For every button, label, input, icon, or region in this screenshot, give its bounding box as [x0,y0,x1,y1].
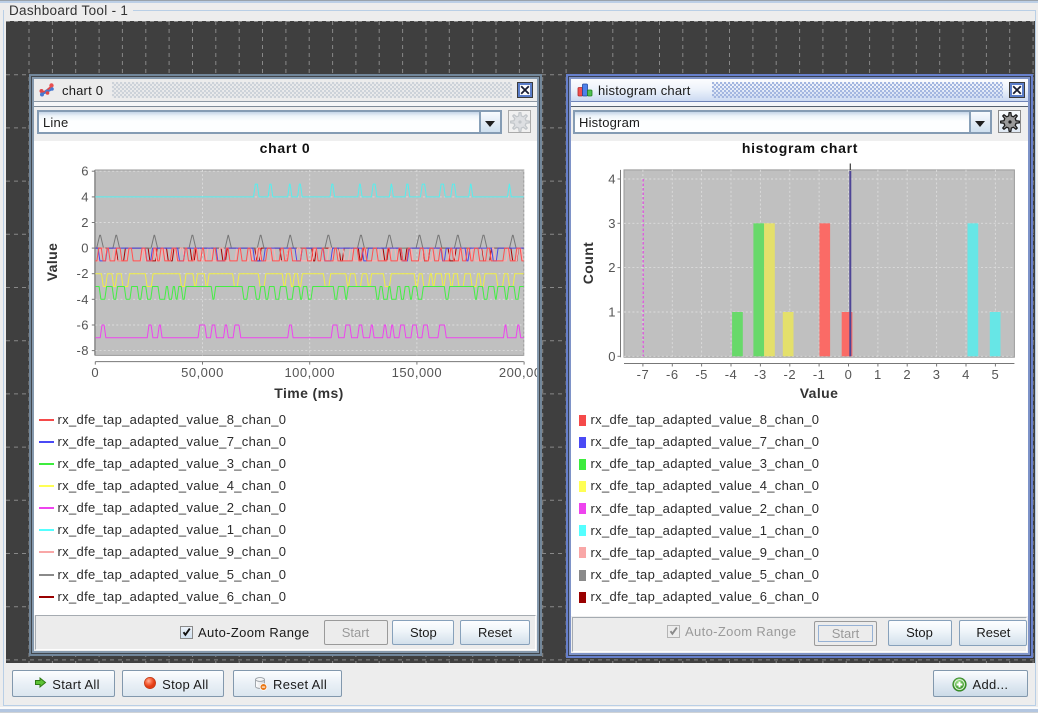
svg-text:-6: -6 [666,367,679,382]
svg-text:3: 3 [608,216,616,231]
svg-text:Count: Count [580,242,596,284]
svg-text:-6: -6 [76,318,89,333]
svg-text:Value: Value [44,243,60,282]
svg-text:-7: -7 [637,367,650,382]
svg-text:-3: -3 [754,367,767,382]
svg-text:0: 0 [91,365,99,380]
svg-text:histogram chart: histogram chart [742,140,858,156]
svg-text:5: 5 [992,367,1000,382]
svg-text:Time (ms): Time (ms) [274,385,343,401]
svg-text:Value: Value [800,385,839,401]
svg-text:3: 3 [933,367,941,382]
svg-text:-2: -2 [784,367,797,382]
svg-text:0: 0 [608,349,616,364]
svg-text:50,000: 50,000 [181,365,224,380]
svg-text:1: 1 [608,305,616,320]
svg-text:-1: -1 [813,367,826,382]
svg-text:6: 6 [81,164,89,179]
svg-text:chart 0: chart 0 [260,140,311,156]
svg-text:100,000: 100,000 [284,365,335,380]
svg-text:150,000: 150,000 [392,365,443,380]
svg-text:-8: -8 [76,343,89,358]
svg-text:4: 4 [962,367,970,382]
svg-text:-4: -4 [76,292,89,307]
svg-text:0: 0 [81,241,89,256]
svg-text:4: 4 [81,189,89,204]
svg-text:-4: -4 [725,367,738,382]
svg-text:0: 0 [845,367,853,382]
svg-text:2: 2 [81,215,89,230]
svg-text:4: 4 [608,172,616,187]
svg-text:-5: -5 [695,367,708,382]
svg-text:200,000: 200,000 [499,365,537,380]
svg-text:1: 1 [874,367,882,382]
svg-text:2: 2 [608,260,616,275]
svg-text:2: 2 [903,367,911,382]
svg-text:-2: -2 [76,266,89,281]
